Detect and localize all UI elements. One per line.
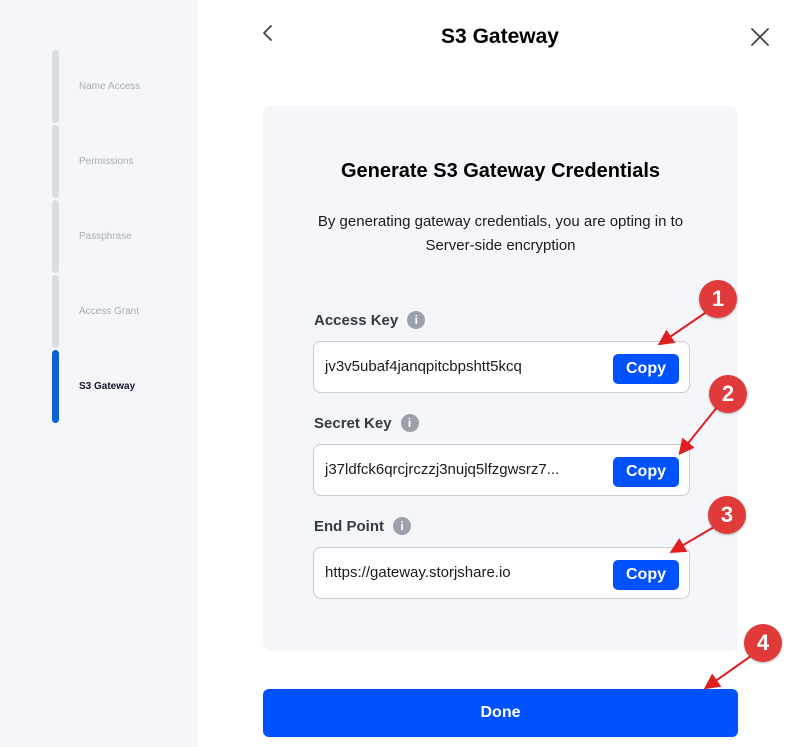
secret-key-field: j37ldfck6qrcjrczzj3nujq5lfzgwsrz7... Cop… [313, 444, 690, 496]
secret-key-value: j37ldfck6qrcjrczzj3nujq5lfzgwsrz7... [325, 461, 560, 478]
sidebar-step-permissions[interactable]: Permissions [52, 125, 192, 200]
credentials-card: Generate S3 Gateway Credentials By gener… [263, 106, 738, 651]
field-label-text: Secret Key [314, 414, 392, 432]
access-key-field: jv3v5ubaf4janqpitcbpshtt5kcq Copy [313, 341, 690, 393]
chevron-left-icon [263, 25, 272, 41]
step-label: Passphrase [79, 231, 132, 242]
end-point-field: https://gateway.storjshare.io Copy [313, 547, 690, 599]
secret-key-label: Secret Key i [314, 414, 419, 432]
sidebar-step-s3-gateway[interactable]: S3 Gateway [52, 350, 192, 425]
copy-access-key-button[interactable]: Copy [613, 354, 679, 384]
step-label: Access Grant [79, 306, 140, 317]
step-progress-bar [52, 200, 59, 273]
back-button[interactable] [258, 22, 278, 44]
annotation-marker-1: 1 [699, 280, 737, 318]
info-icon[interactable]: i [393, 517, 411, 535]
sidebar-step-passphrase[interactable]: Passphrase [52, 200, 192, 275]
wizard-sidebar: Name Access Permissions Passphrase Acces… [0, 0, 198, 747]
field-label-text: Access Key [314, 311, 399, 329]
sidebar-step-access-grant[interactable]: Access Grant [52, 275, 192, 350]
sidebar-step-name-access[interactable]: Name Access [52, 50, 192, 125]
card-description: By generating gateway credentials, you a… [317, 213, 684, 254]
annotation-marker-2: 2 [709, 375, 747, 413]
annotation-marker-3: 3 [708, 496, 746, 534]
end-point-value: https://gateway.storjshare.io [325, 564, 511, 581]
access-key-label: Access Key i [314, 311, 426, 329]
end-point-label: End Point i [314, 517, 411, 535]
copy-end-point-button[interactable]: Copy [613, 560, 679, 590]
step-progress-bar [52, 125, 59, 198]
done-button[interactable]: Done [263, 689, 738, 737]
annotation-marker-4: 4 [744, 624, 782, 662]
copy-secret-key-button[interactable]: Copy [613, 457, 679, 487]
page-title: S3 Gateway [441, 25, 559, 48]
info-icon[interactable]: i [400, 414, 419, 432]
annotation-arrow-4 [703, 655, 752, 690]
card-title: Generate S3 Gateway Credentials [340, 160, 661, 182]
step-label: S3 Gateway [79, 381, 136, 392]
step-progress-bar [52, 350, 59, 423]
step-progress-bar [52, 50, 59, 123]
step-progress-bar [52, 275, 59, 348]
close-button[interactable] [748, 25, 772, 49]
step-label: Name Access [79, 81, 141, 92]
close-icon [751, 28, 769, 46]
access-key-value: jv3v5ubaf4janqpitcbpshtt5kcq [325, 358, 522, 375]
info-icon[interactable]: i [407, 311, 426, 329]
step-label: Permissions [79, 156, 134, 167]
field-label-text: End Point [314, 517, 384, 535]
